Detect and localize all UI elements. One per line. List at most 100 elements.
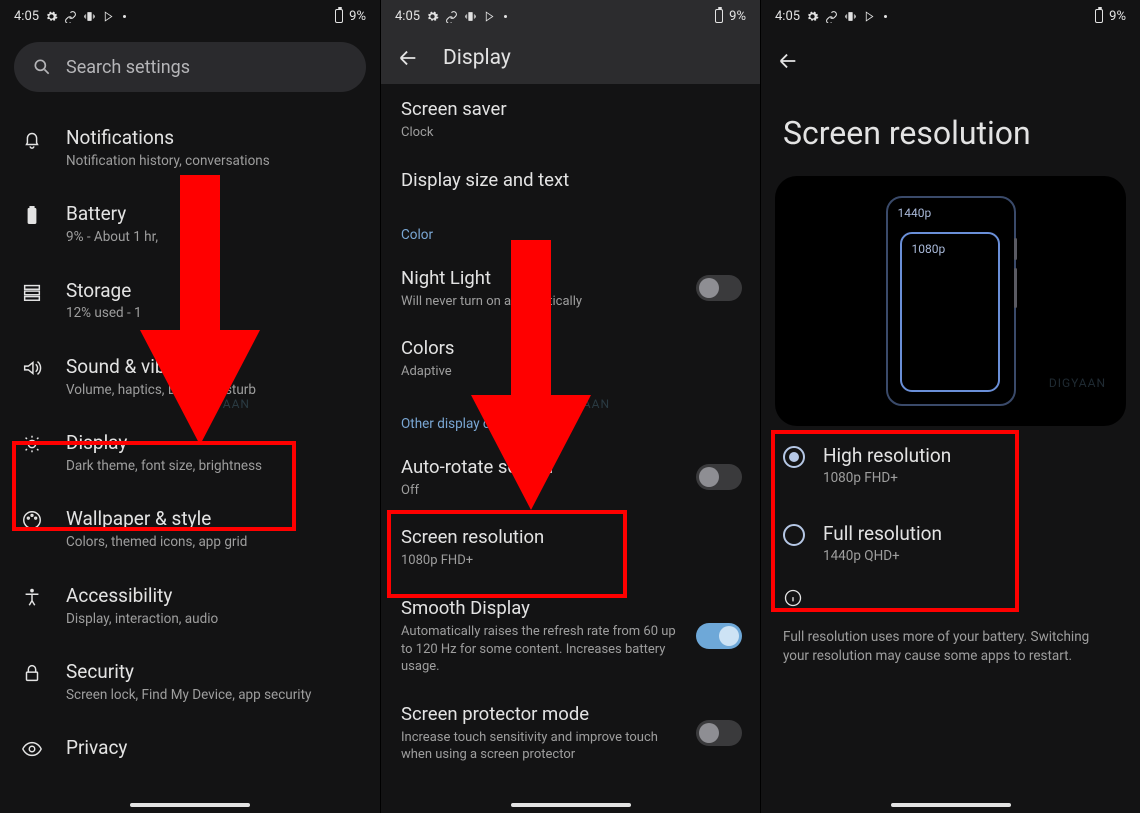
row-sound[interactable]: Sound & vibration Volume, haptics, Do No… — [0, 339, 380, 415]
screen-resolution-screen: 4:05 9% Screen resolution 1440p 1080p DI… — [760, 0, 1140, 813]
eye-icon — [21, 738, 43, 760]
accessibility-icon — [21, 586, 43, 608]
row-screen-protector[interactable]: Screen protector mode Increase touch sen… — [381, 689, 760, 777]
status-bar: 4:05 9% — [381, 0, 760, 32]
app-bar: Display — [381, 32, 760, 84]
status-bar: 4:05 9% — [0, 0, 380, 32]
gear-icon — [806, 10, 819, 23]
footnote: Full resolution uses more of your batter… — [761, 618, 1140, 676]
brightness-icon — [21, 433, 43, 455]
auto-rotate-toggle[interactable] — [696, 464, 742, 490]
link-icon — [825, 10, 838, 23]
more-dot-icon — [884, 15, 887, 18]
vibrate-icon — [844, 10, 857, 23]
status-bar: 4:05 9% — [761, 0, 1140, 32]
row-sub: 9% - About 1 hr, — [66, 229, 158, 247]
row-title: Display — [66, 431, 262, 455]
row-title: Accessibility — [66, 584, 218, 608]
battery-percent: 9% — [349, 9, 366, 24]
info-icon — [783, 588, 803, 608]
search-settings[interactable]: Search settings — [14, 42, 366, 92]
row-display-size-text[interactable]: Display size and text — [381, 155, 760, 205]
more-dot-icon — [123, 15, 126, 18]
row-title: Notifications — [66, 126, 270, 150]
battery-icon — [1095, 9, 1103, 23]
battery-icon — [335, 9, 343, 23]
battery-percent: 9% — [729, 9, 746, 24]
night-light-toggle[interactable] — [696, 275, 742, 301]
row-title: Privacy — [66, 736, 127, 760]
row-title: Security — [66, 660, 311, 684]
row-title: Sound & vibration — [66, 355, 256, 379]
row-auto-rotate[interactable]: Auto-rotate screen Off — [381, 442, 760, 513]
option-full-resolution[interactable]: Full resolution 1440p QHD+ — [761, 504, 1140, 582]
link-icon — [445, 10, 458, 23]
battery-icon — [21, 204, 43, 226]
status-time: 4:05 — [775, 9, 800, 24]
more-dot-icon — [504, 15, 507, 18]
play-icon — [483, 10, 496, 23]
row-sub: Dark theme, font size, brightness — [66, 458, 262, 476]
row-notifications[interactable]: Notifications Notification history, conv… — [0, 110, 380, 186]
row-storage[interactable]: Storage 12% used - 1 — [0, 263, 380, 339]
bell-icon — [21, 128, 43, 150]
row-smooth-display[interactable]: Smooth Display Automatically raises the … — [381, 583, 760, 689]
play-icon — [102, 10, 115, 23]
row-security[interactable]: Security Screen lock, Find My Device, ap… — [0, 644, 380, 720]
row-sub: Display, interaction, audio — [66, 611, 218, 629]
vibrate-icon — [464, 10, 477, 23]
status-time: 4:05 — [395, 9, 420, 24]
gear-icon — [45, 10, 58, 23]
radio-unchecked-icon — [783, 524, 805, 546]
row-sub: Notification history, conversations — [66, 153, 270, 171]
storage-icon — [21, 281, 43, 303]
device-1080-outline: 1080p — [900, 232, 1000, 392]
row-sub: Volume, haptics, Do Not Disturb — [66, 382, 256, 400]
page-title: Display — [443, 46, 511, 70]
status-time: 4:05 — [14, 9, 39, 24]
search-placeholder: Search settings — [66, 57, 190, 78]
back-icon[interactable] — [397, 47, 419, 69]
row-night-light[interactable]: Night Light Will never turn on automatic… — [381, 253, 760, 324]
resolution-preview: 1440p 1080p DIGYAAN — [775, 176, 1126, 426]
row-wallpaper[interactable]: Wallpaper & style Colors, themed icons, … — [0, 491, 380, 567]
screen-protector-toggle[interactable] — [696, 720, 742, 746]
label-1440: 1440p — [898, 206, 932, 220]
smooth-display-toggle[interactable] — [696, 623, 742, 649]
row-sub: Colors, themed icons, app grid — [66, 534, 247, 552]
option-high-resolution[interactable]: High resolution 1080p FHD+ — [761, 426, 1140, 504]
radio-checked-icon — [783, 446, 805, 468]
info-icon-row — [761, 582, 1140, 618]
back-icon — [777, 50, 799, 72]
battery-percent: 9% — [1109, 9, 1126, 24]
nav-handle[interactable] — [891, 803, 1011, 807]
row-title: Battery — [66, 202, 158, 226]
gear-icon — [426, 10, 439, 23]
settings-home-screen: 4:05 9% Search settings Notifications No… — [0, 0, 380, 813]
row-display[interactable]: Display Dark theme, font size, brightnes… — [0, 415, 380, 491]
row-sub: Screen lock, Find My Device, app securit… — [66, 687, 311, 705]
search-icon — [32, 57, 52, 77]
device-1440-outline: 1440p 1080p — [886, 196, 1016, 406]
row-accessibility[interactable]: Accessibility Display, interaction, audi… — [0, 568, 380, 644]
section-color: Color — [381, 205, 760, 253]
back-button[interactable] — [761, 32, 1140, 84]
row-privacy[interactable]: Privacy — [0, 720, 380, 764]
row-screen-resolution[interactable]: Screen resolution 1080p FHD+ — [381, 512, 760, 583]
display-settings-screen: 4:05 9% Display Screen saver Clock Displ… — [380, 0, 760, 813]
watermark: DIGYAAN — [1049, 376, 1106, 390]
vibrate-icon — [83, 10, 96, 23]
battery-icon — [715, 9, 723, 23]
page-title: Screen resolution — [761, 84, 1140, 176]
row-colors[interactable]: Colors Adaptive — [381, 323, 760, 394]
nav-handle[interactable] — [511, 803, 631, 807]
section-other-display: Other display controls — [381, 394, 760, 442]
volume-icon — [21, 357, 43, 379]
play-icon — [863, 10, 876, 23]
link-icon — [64, 10, 77, 23]
label-1080: 1080p — [912, 242, 946, 256]
row-screen-saver[interactable]: Screen saver Clock — [381, 84, 760, 155]
row-title: Storage — [66, 279, 142, 303]
row-battery[interactable]: Battery 9% - About 1 hr, — [0, 186, 380, 262]
nav-handle[interactable] — [130, 803, 250, 807]
